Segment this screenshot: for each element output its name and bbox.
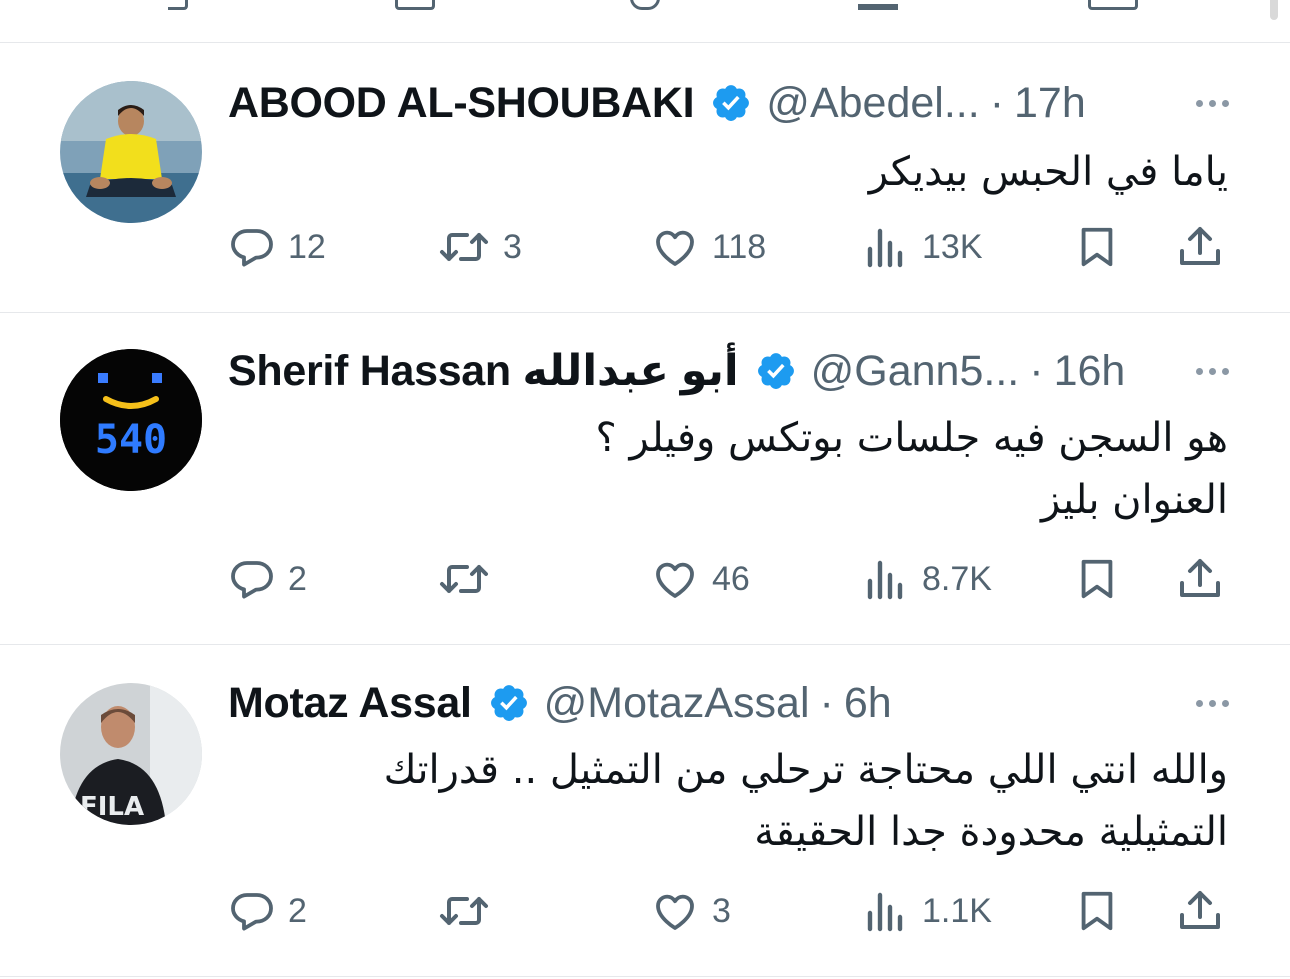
like-icon <box>630 0 660 10</box>
retweet-icon <box>440 565 488 593</box>
like-button[interactable]: 3 <box>650 881 731 941</box>
tweet-text-line: ياما في الحبس بيديكر <box>868 149 1228 195</box>
retweet-icon <box>440 897 488 925</box>
bookmark-button[interactable] <box>1074 881 1120 941</box>
tweet[interactable]: ABOOD AL-SHOUBAKI @Abedel... · 17h ياما … <box>0 42 1290 313</box>
tweet-actions: 2 46 8.7K <box>0 549 1290 609</box>
avatar-shirt-text: FILA <box>80 792 144 822</box>
like-count: 118 <box>712 227 767 266</box>
handle[interactable]: @MotazAssal <box>544 678 810 728</box>
share-icon <box>1180 559 1220 597</box>
share-icon <box>1180 891 1220 929</box>
divider <box>0 976 1290 977</box>
tweet[interactable]: FILA Motaz Assal @MotazAssal · 6h والله … <box>0 644 1290 977</box>
share-icon <box>1088 0 1138 10</box>
view-count: 13K <box>922 227 983 266</box>
reply-count: 2 <box>288 559 307 598</box>
more-icon[interactable] <box>1196 78 1229 128</box>
verified-badge-icon <box>490 685 527 721</box>
tweet-text-line: والله انتي اللي محتاجة ترحلي من التمثيل … <box>383 747 1228 793</box>
handle[interactable]: @Gann5... <box>811 346 1020 396</box>
views-button[interactable]: 8.7K <box>862 549 992 609</box>
tweet[interactable]: 540 Sherif Hassan أبو عبدالله @Gann5... … <box>0 312 1290 645</box>
tweet-header: Sherif Hassan أبو عبدالله @Gann5... · 16… <box>228 346 1230 396</box>
verified-badge-icon <box>713 85 750 121</box>
avatar[interactable] <box>60 81 202 223</box>
tweet-header: ABOOD AL-SHOUBAKI @Abedel... · 17h <box>228 78 1230 128</box>
retweet-button[interactable] <box>437 549 503 609</box>
like-button[interactable]: 118 <box>650 217 766 277</box>
display-name[interactable]: Motaz Assal <box>228 678 472 728</box>
reply-icon <box>231 561 273 599</box>
tweet-header: Motaz Assal @MotazAssal · 6h <box>228 678 1230 728</box>
tweet-text: والله انتي اللي محتاجة ترحلي من التمثيل … <box>228 739 1228 863</box>
share-button[interactable] <box>1176 549 1224 609</box>
like-count: 46 <box>712 559 750 598</box>
retweet-button[interactable] <box>437 881 503 941</box>
reply-count: 2 <box>288 891 307 930</box>
separator: · <box>989 79 1005 127</box>
verified-badge-icon <box>757 353 794 389</box>
views-icon <box>867 228 903 268</box>
views-icon <box>867 560 903 600</box>
separator: · <box>819 679 834 727</box>
share-icon <box>1180 227 1220 265</box>
previous-tweet-actions-fragment <box>0 0 1290 12</box>
bookmark-icon <box>1081 227 1113 267</box>
reply-icon <box>231 893 273 931</box>
reply-button[interactable]: 2 <box>228 549 307 609</box>
bookmark-icon <box>1081 559 1113 599</box>
tweet-text-line: التمثيلية محدودة جدا الحقيقة <box>754 809 1228 855</box>
like-icon <box>656 230 694 266</box>
reply-button[interactable]: 12 <box>228 217 326 277</box>
handle[interactable]: @Abedel... <box>766 78 979 128</box>
view-count: 8.7K <box>922 559 992 598</box>
reply-icon <box>231 229 273 267</box>
share-button[interactable] <box>1176 217 1224 277</box>
retweet-icon <box>440 233 488 261</box>
view-count: 1.1K <box>922 891 992 930</box>
tweet-text: هو السجن فيه جلسات بوتكس وفيلر ؟ العنوان… <box>228 407 1229 531</box>
bookmark-button[interactable] <box>1074 217 1120 277</box>
like-button[interactable]: 46 <box>650 549 750 609</box>
tweet-text-line: العنوان بليز <box>1040 477 1228 523</box>
views-button[interactable]: 1.1K <box>862 881 992 941</box>
avatar[interactable]: 540 <box>60 349 202 491</box>
display-name[interactable]: ABOOD AL-SHOUBAKI <box>228 78 695 128</box>
like-icon <box>656 562 694 598</box>
retweet-count: 3 <box>503 227 522 266</box>
bookmark-icon <box>1081 891 1113 931</box>
tweet-actions: 2 3 1.1K <box>0 881 1290 941</box>
retweet-button[interactable]: 3 <box>437 217 522 277</box>
more-icon[interactable] <box>1196 678 1229 728</box>
like-count: 3 <box>712 891 731 930</box>
avatar-logo-text: 540 <box>95 417 167 463</box>
share-button[interactable] <box>1176 881 1224 941</box>
bookmark-button[interactable] <box>1074 549 1120 609</box>
reply-icon <box>168 0 188 10</box>
views-icon <box>867 892 903 932</box>
tweet-actions: 12 3 118 13K <box>0 217 1290 277</box>
views-button[interactable]: 13K <box>862 217 983 277</box>
display-name[interactable]: Sherif Hassan أبو عبدالله <box>228 346 739 396</box>
tweet-text-line: هو السجن فيه جلسات بوتكس وفيلر ؟ <box>595 415 1229 461</box>
retweet-icon <box>395 0 435 10</box>
reply-count: 12 <box>288 227 326 266</box>
avatar[interactable]: FILA <box>60 683 202 825</box>
timestamp[interactable]: 6h <box>844 678 892 728</box>
tweet-text: ياما في الحبس بيديكر <box>228 141 1228 203</box>
timestamp[interactable]: 16h <box>1054 346 1126 396</box>
more-icon[interactable] <box>1196 346 1229 396</box>
separator: · <box>1029 347 1044 395</box>
bookmark-icon <box>858 0 898 10</box>
timestamp[interactable]: 17h <box>1014 78 1086 128</box>
like-icon <box>656 894 694 930</box>
reply-button[interactable]: 2 <box>228 881 307 941</box>
